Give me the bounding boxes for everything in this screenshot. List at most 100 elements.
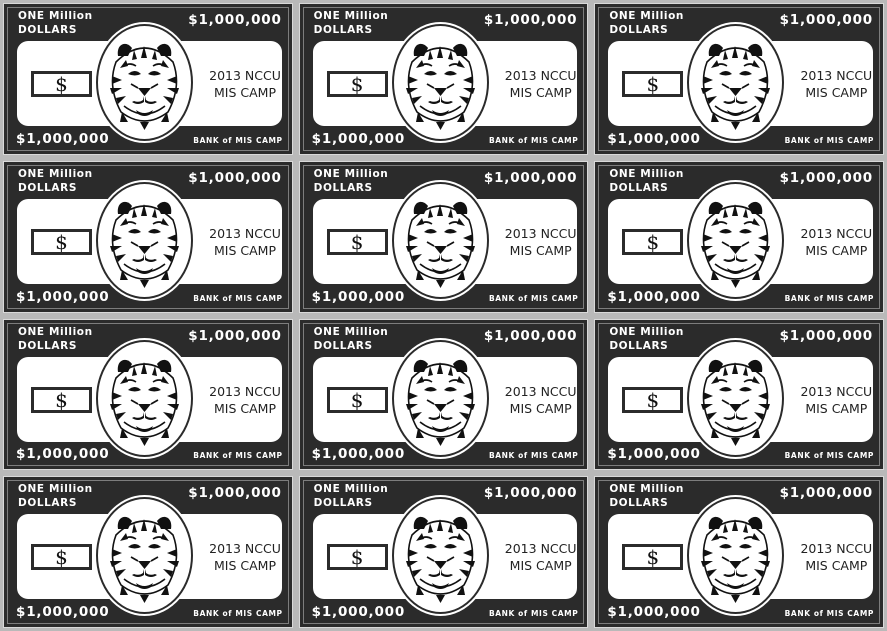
camp-line-1: 2013 NCCU bbox=[800, 225, 873, 241]
camp-line-1: 2013 NCCU bbox=[209, 541, 281, 557]
camp-line-2: MIS CAMP bbox=[509, 400, 572, 416]
camp-line-2: MIS CAMP bbox=[214, 242, 276, 258]
amount-top: $1,000,000 bbox=[188, 169, 282, 186]
denomination-words: ONE Million DOLLARS bbox=[609, 325, 685, 352]
amount-top: $1,000,000 bbox=[483, 169, 578, 186]
money-bill: $ 2013 NCCU MIS CAMP ONE Million DOLLARS… bbox=[594, 318, 884, 471]
tiger-portrait-icon bbox=[98, 499, 191, 612]
amount-top: $1,000,000 bbox=[779, 169, 873, 186]
amount-bottom: $1,000,000 bbox=[16, 446, 110, 463]
tiger-portrait-icon bbox=[689, 342, 782, 455]
dollar-sign-box: $ bbox=[31, 71, 92, 97]
dollar-sign-box: $ bbox=[622, 544, 684, 571]
denomination-words: ONE Million DOLLARS bbox=[313, 325, 389, 352]
camp-line-1: 2013 NCCU bbox=[504, 68, 577, 83]
denomination-words: ONE Million DOLLARS bbox=[18, 167, 93, 194]
camp-label: 2013 NCCU MIS CAMP bbox=[205, 383, 285, 417]
camp-line-2: MIS CAMP bbox=[509, 85, 572, 100]
dollar-sign-box: $ bbox=[326, 228, 388, 255]
portrait-oval bbox=[687, 497, 785, 615]
amount-bottom: $1,000,000 bbox=[311, 446, 406, 463]
camp-label: 2013 NCCU MIS CAMP bbox=[796, 383, 876, 417]
money-bill: $ 2013 NCCU MIS CAMP ONE Million DOLLARS… bbox=[594, 476, 884, 628]
dollar-sign-box: $ bbox=[31, 386, 92, 413]
amount-bottom: $1,000,000 bbox=[311, 130, 406, 147]
camp-label: 2013 NCCU MIS CAMP bbox=[205, 225, 285, 259]
bank-name: BANK of MIS CAMP bbox=[488, 609, 579, 618]
camp-line-2: MIS CAMP bbox=[805, 558, 868, 574]
money-bill: $ 2013 NCCU MIS CAMP ONE Million DOLLARS… bbox=[298, 3, 589, 155]
camp-line-1: 2013 NCCU bbox=[504, 541, 577, 557]
camp-label: 2013 NCCU MIS CAMP bbox=[796, 67, 876, 101]
dollar-sign-box: $ bbox=[326, 71, 388, 97]
denomination-words: ONE Million DOLLARS bbox=[18, 325, 93, 352]
money-bill: $ 2013 NCCU MIS CAMP ONE Million DOLLARS… bbox=[594, 160, 884, 313]
amount-bottom: $1,000,000 bbox=[607, 604, 701, 620]
denomination-words: ONE Million DOLLARS bbox=[18, 10, 93, 36]
money-bill: $ 2013 NCCU MIS CAMP ONE Million DOLLARS… bbox=[3, 3, 293, 155]
portrait-oval bbox=[391, 497, 489, 615]
dollar-sign-box: $ bbox=[622, 386, 684, 413]
camp-line-1: 2013 NCCU bbox=[209, 68, 281, 83]
portrait-oval bbox=[687, 339, 785, 457]
amount-top: $1,000,000 bbox=[779, 12, 873, 28]
portrait-oval bbox=[96, 181, 193, 299]
bank-name: BANK of MIS CAMP bbox=[193, 293, 283, 303]
amount-bottom: $1,000,000 bbox=[311, 288, 406, 305]
tiger-portrait-icon bbox=[689, 26, 782, 139]
money-bill: $ 2013 NCCU MIS CAMP ONE Million DOLLARS… bbox=[298, 160, 589, 313]
amount-bottom: $1,000,000 bbox=[16, 130, 110, 147]
denomination-words: ONE Million DOLLARS bbox=[609, 10, 685, 36]
amount-top: $1,000,000 bbox=[779, 327, 873, 344]
bank-name: BANK of MIS CAMP bbox=[488, 293, 579, 303]
amount-top: $1,000,000 bbox=[779, 485, 873, 502]
camp-label: 2013 NCCU MIS CAMP bbox=[205, 67, 285, 101]
amount-bottom: $1,000,000 bbox=[607, 446, 701, 463]
dollar-sign-box: $ bbox=[622, 228, 684, 255]
bank-name: BANK of MIS CAMP bbox=[193, 135, 283, 145]
bank-name: BANK of MIS CAMP bbox=[784, 293, 874, 303]
dollar-sign-box: $ bbox=[326, 386, 388, 413]
money-bill: $ 2013 NCCU MIS CAMP ONE Million DOLLARS… bbox=[298, 476, 589, 628]
camp-line-2: MIS CAMP bbox=[509, 558, 572, 574]
dollar-sign-box: $ bbox=[31, 544, 92, 571]
camp-label: 2013 NCCU MIS CAMP bbox=[501, 225, 581, 259]
bank-name: BANK of MIS CAMP bbox=[193, 451, 283, 461]
camp-label: 2013 NCCU MIS CAMP bbox=[501, 383, 581, 417]
amount-bottom: $1,000,000 bbox=[607, 288, 701, 305]
amount-top: $1,000,000 bbox=[483, 485, 578, 502]
money-bill: $ 2013 NCCU MIS CAMP ONE Million DOLLARS… bbox=[594, 3, 884, 155]
dollar-sign-box: $ bbox=[622, 71, 684, 97]
bank-name: BANK of MIS CAMP bbox=[488, 135, 579, 145]
portrait-oval bbox=[391, 181, 489, 299]
amount-top: $1,000,000 bbox=[483, 327, 578, 344]
camp-line-1: 2013 NCCU bbox=[800, 541, 873, 557]
amount-bottom: $1,000,000 bbox=[16, 604, 110, 620]
amount-bottom: $1,000,000 bbox=[607, 130, 701, 147]
amount-bottom: $1,000,000 bbox=[16, 288, 110, 305]
bank-name: BANK of MIS CAMP bbox=[488, 451, 579, 461]
camp-label: 2013 NCCU MIS CAMP bbox=[205, 540, 285, 574]
portrait-oval bbox=[687, 181, 785, 299]
tiger-portrait-icon bbox=[394, 26, 487, 139]
camp-label: 2013 NCCU MIS CAMP bbox=[796, 540, 876, 574]
camp-line-2: MIS CAMP bbox=[805, 400, 868, 416]
camp-line-2: MIS CAMP bbox=[509, 242, 572, 258]
money-bill: $ 2013 NCCU MIS CAMP ONE Million DOLLARS… bbox=[3, 318, 293, 471]
camp-line-1: 2013 NCCU bbox=[504, 383, 577, 399]
tiger-portrait-icon bbox=[98, 184, 191, 297]
denomination-words: ONE Million DOLLARS bbox=[313, 10, 389, 36]
camp-line-2: MIS CAMP bbox=[805, 242, 868, 258]
portrait-oval bbox=[96, 339, 193, 457]
denomination-words: ONE Million DOLLARS bbox=[313, 167, 389, 194]
amount-top: $1,000,000 bbox=[188, 12, 282, 28]
denomination-words: ONE Million DOLLARS bbox=[18, 483, 93, 510]
camp-line-1: 2013 NCCU bbox=[209, 225, 281, 241]
portrait-oval bbox=[687, 24, 785, 141]
portrait-oval bbox=[391, 339, 489, 457]
camp-line-1: 2013 NCCU bbox=[800, 68, 873, 83]
tiger-portrait-icon bbox=[394, 342, 487, 455]
tiger-portrait-icon bbox=[689, 184, 782, 297]
bill-sheet: $ 2013 NCCU MIS CAMP ONE Million DOLLARS… bbox=[3, 3, 884, 628]
denomination-words: ONE Million DOLLARS bbox=[609, 167, 685, 194]
